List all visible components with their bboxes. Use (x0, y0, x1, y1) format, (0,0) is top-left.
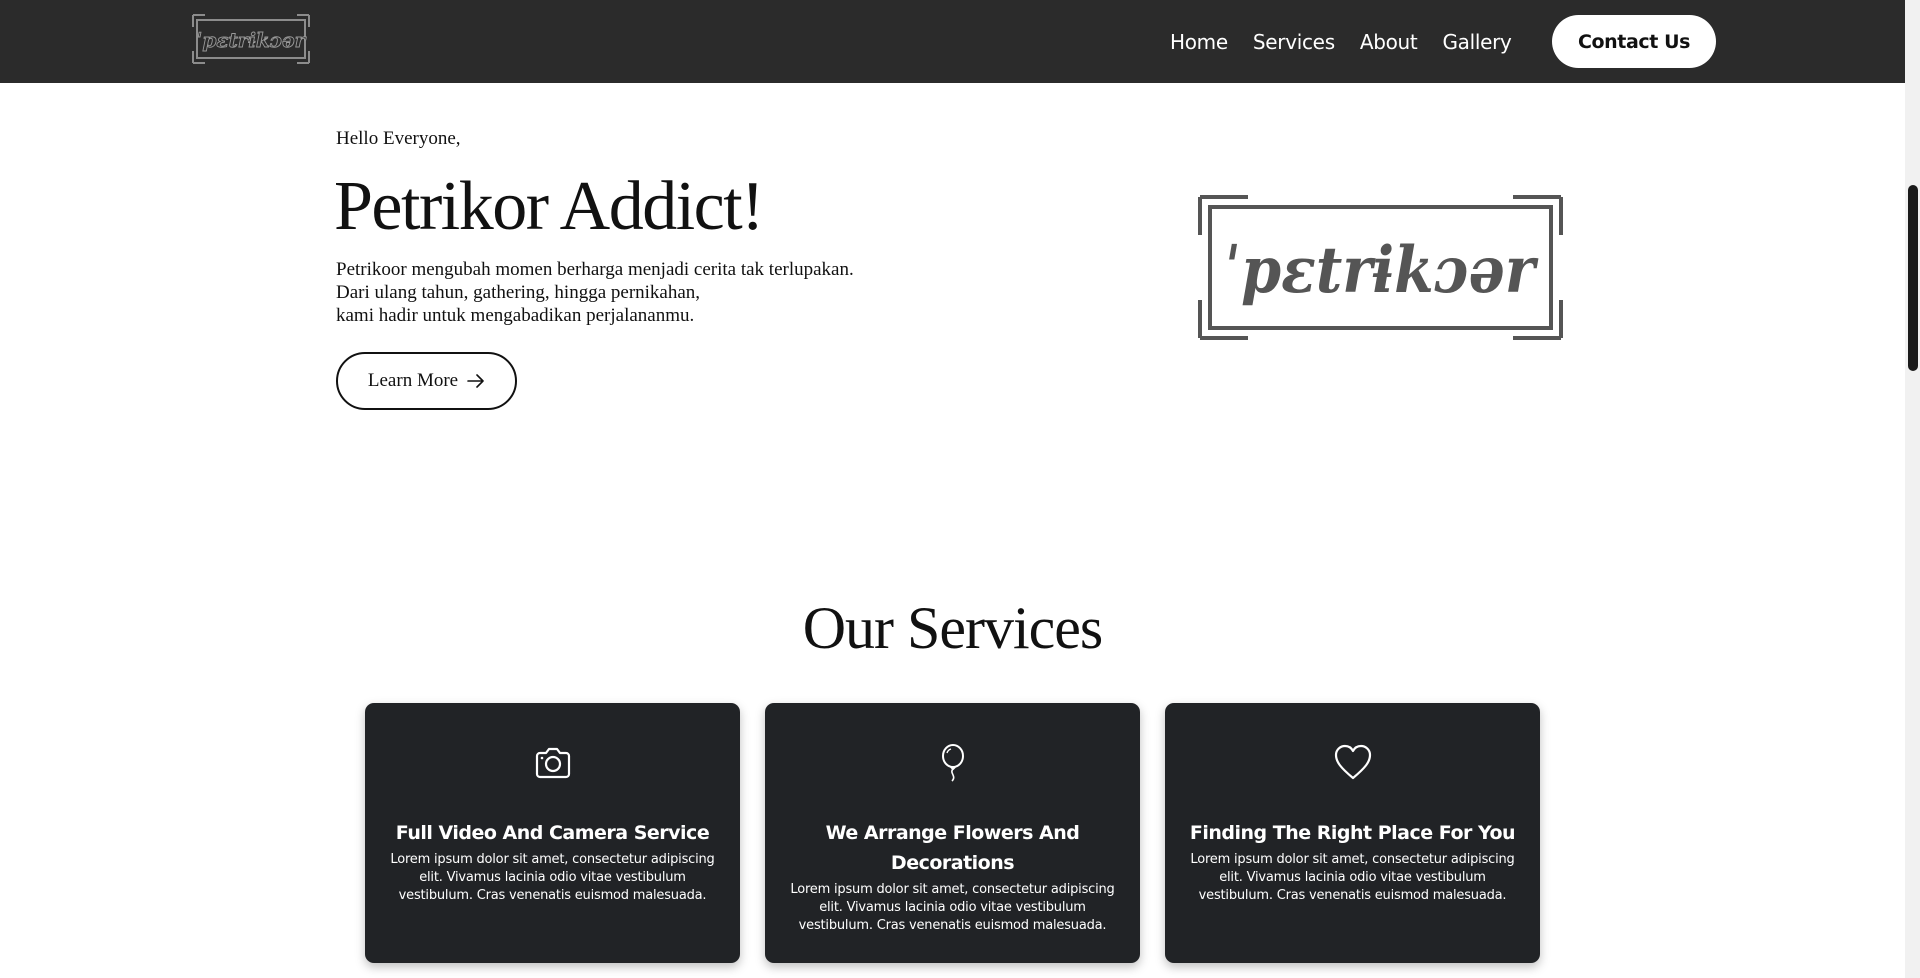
service-card[interactable]: We Arrange Flowers And Decorations Lorem… (765, 703, 1140, 963)
arrow-right-icon (467, 374, 484, 388)
service-card-title: We Arrange Flowers And Decorations (825, 822, 1080, 874)
hero-title: Petrikor Addict! (334, 168, 764, 245)
hero-description: Petrikoor mengubah momen berharga menjad… (336, 258, 854, 327)
service-card[interactable]: Finding The Right Place For You Lorem ip… (1165, 703, 1540, 963)
hero-description-line: Dari ulang tahun, gathering, hingga pern… (336, 282, 701, 303)
contact-us-button[interactable]: Contact Us (1552, 15, 1716, 68)
service-card-text: Lorem ipsum dolor sit amet, consectetur … (1190, 852, 1515, 903)
hero-description-line: kami hadir untuk mengabadikan perjalanan… (336, 305, 695, 326)
main-nav: Home Services About Gallery (1170, 0, 1537, 83)
nav-gallery-link[interactable]: Gallery (1442, 30, 1511, 54)
page-scrollbar[interactable] (1905, 0, 1920, 978)
heart-icon (1334, 744, 1371, 780)
service-card-title: Finding The Right Place For You (1189, 822, 1516, 844)
brand-logo[interactable]: ˈpɛtrɨkɔər (191, 13, 311, 65)
scrollbar-thumb[interactable] (1908, 185, 1918, 371)
learn-more-label: Learn More (367, 370, 459, 391)
navbar: ˈpɛtrɨkɔər Home Services About Gallery C… (0, 0, 1905, 83)
balloon-icon (941, 744, 964, 782)
services-title: Our Services (802, 595, 1104, 661)
learn-more-button[interactable]: Learn More (336, 352, 517, 410)
nav-services-link[interactable]: Services (1253, 30, 1335, 54)
nav-about-link[interactable]: About (1360, 30, 1418, 54)
service-card[interactable]: Full Video And Camera Service Lorem ipsu… (365, 703, 740, 963)
hero-logo: ˈpɛtrɨkɔər (1198, 195, 1563, 340)
hero-description-line: Petrikoor mengubah momen berharga menjad… (336, 259, 854, 280)
hero-logo-text: ˈpɛtrɨkɔər (1225, 233, 1539, 308)
service-card-text: Lorem ipsum dolor sit amet, consectetur … (790, 882, 1115, 933)
service-card-title: Full Video And Camera Service (395, 822, 710, 844)
camera-icon (535, 747, 570, 779)
brand-logo-text: ˈpɛtrɨkɔər (197, 28, 307, 52)
service-card-text: Lorem ipsum dolor sit amet, consectetur … (390, 852, 715, 903)
hero-greeting: Hello Everyone, (336, 128, 461, 149)
nav-home-link[interactable]: Home (1170, 30, 1228, 54)
